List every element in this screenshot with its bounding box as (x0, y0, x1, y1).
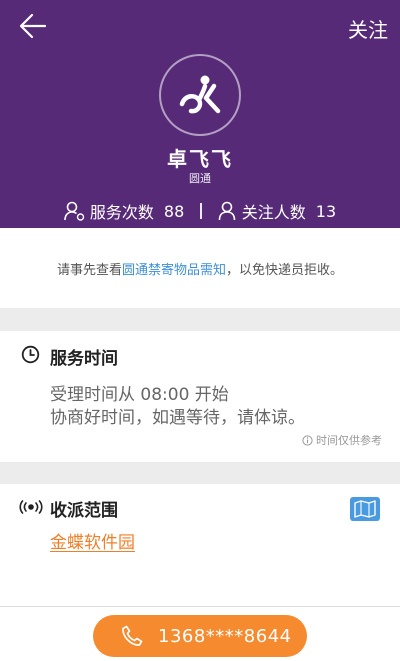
person-service-icon (64, 201, 85, 221)
courier-name: 卓飞飞 (167, 147, 233, 171)
stats-divider (200, 203, 202, 219)
notice-suffix: ，以免快递员拒收。 (226, 263, 344, 278)
service-count-value: 88 (163, 201, 185, 221)
service-time-title: 服务时间 (50, 349, 118, 369)
prohibited-items-link[interactable]: 圆通禁寄物品需知 (122, 263, 226, 278)
reference-note: 时间仅供参考 (302, 432, 382, 448)
map-button[interactable] (350, 497, 380, 521)
signal-icon (19, 500, 43, 514)
service-wait-text: 协商好时间，如遇等待，请体谅。 (50, 408, 305, 428)
service-count-stat: 服务次数 88 (64, 199, 184, 223)
followers-stat: 关注人数 13 (218, 199, 336, 223)
section-separator (0, 462, 400, 484)
service-count-label: 服务次数 (89, 203, 154, 222)
notice-prefix: 请事先查看 (56, 263, 122, 278)
delivery-area-link[interactable]: 金蝶软件园 (50, 528, 135, 553)
section-separator (0, 308, 400, 331)
person-icon (218, 201, 236, 221)
delivery-range-title: 收派范围 (50, 501, 118, 521)
phone-number: 1368****8644 (158, 625, 292, 647)
courier-stats: 服务次数 88 关注人数 13 (0, 198, 400, 224)
courier-header: 关注 卓飞飞 圆通 服务次数 88 关注人数 13 (0, 0, 400, 228)
clock-icon (21, 345, 40, 364)
reference-note-text: 时间仅供参考 (316, 434, 382, 447)
service-hours-text: 受理时间从 08:00 开始 (50, 385, 229, 405)
delivery-range-section: 收派范围 金蝶软件园 (0, 484, 400, 606)
followers-value: 13 (315, 201, 337, 221)
call-footer: 1368****8644 (0, 606, 400, 661)
follow-button[interactable]: 关注 (348, 14, 388, 43)
back-button[interactable] (18, 12, 52, 42)
call-button[interactable]: 1368****8644 (93, 615, 307, 657)
prohibited-items-notice: 请事先查看圆通禁寄物品需知，以免快递员拒收。 (0, 228, 400, 308)
avatar (159, 54, 241, 136)
followers-label: 关注人数 (241, 203, 306, 222)
map-icon (354, 500, 376, 518)
info-icon (302, 434, 313, 446)
runner-logo-icon (179, 75, 221, 114)
service-time-section: 服务时间 受理时间从 08:00 开始 协商好时间，如遇等待，请体谅。 时间仅供… (0, 331, 400, 462)
phone-icon (122, 625, 143, 646)
arrow-left-icon (19, 13, 47, 39)
courier-company: 圆通 (189, 172, 211, 185)
